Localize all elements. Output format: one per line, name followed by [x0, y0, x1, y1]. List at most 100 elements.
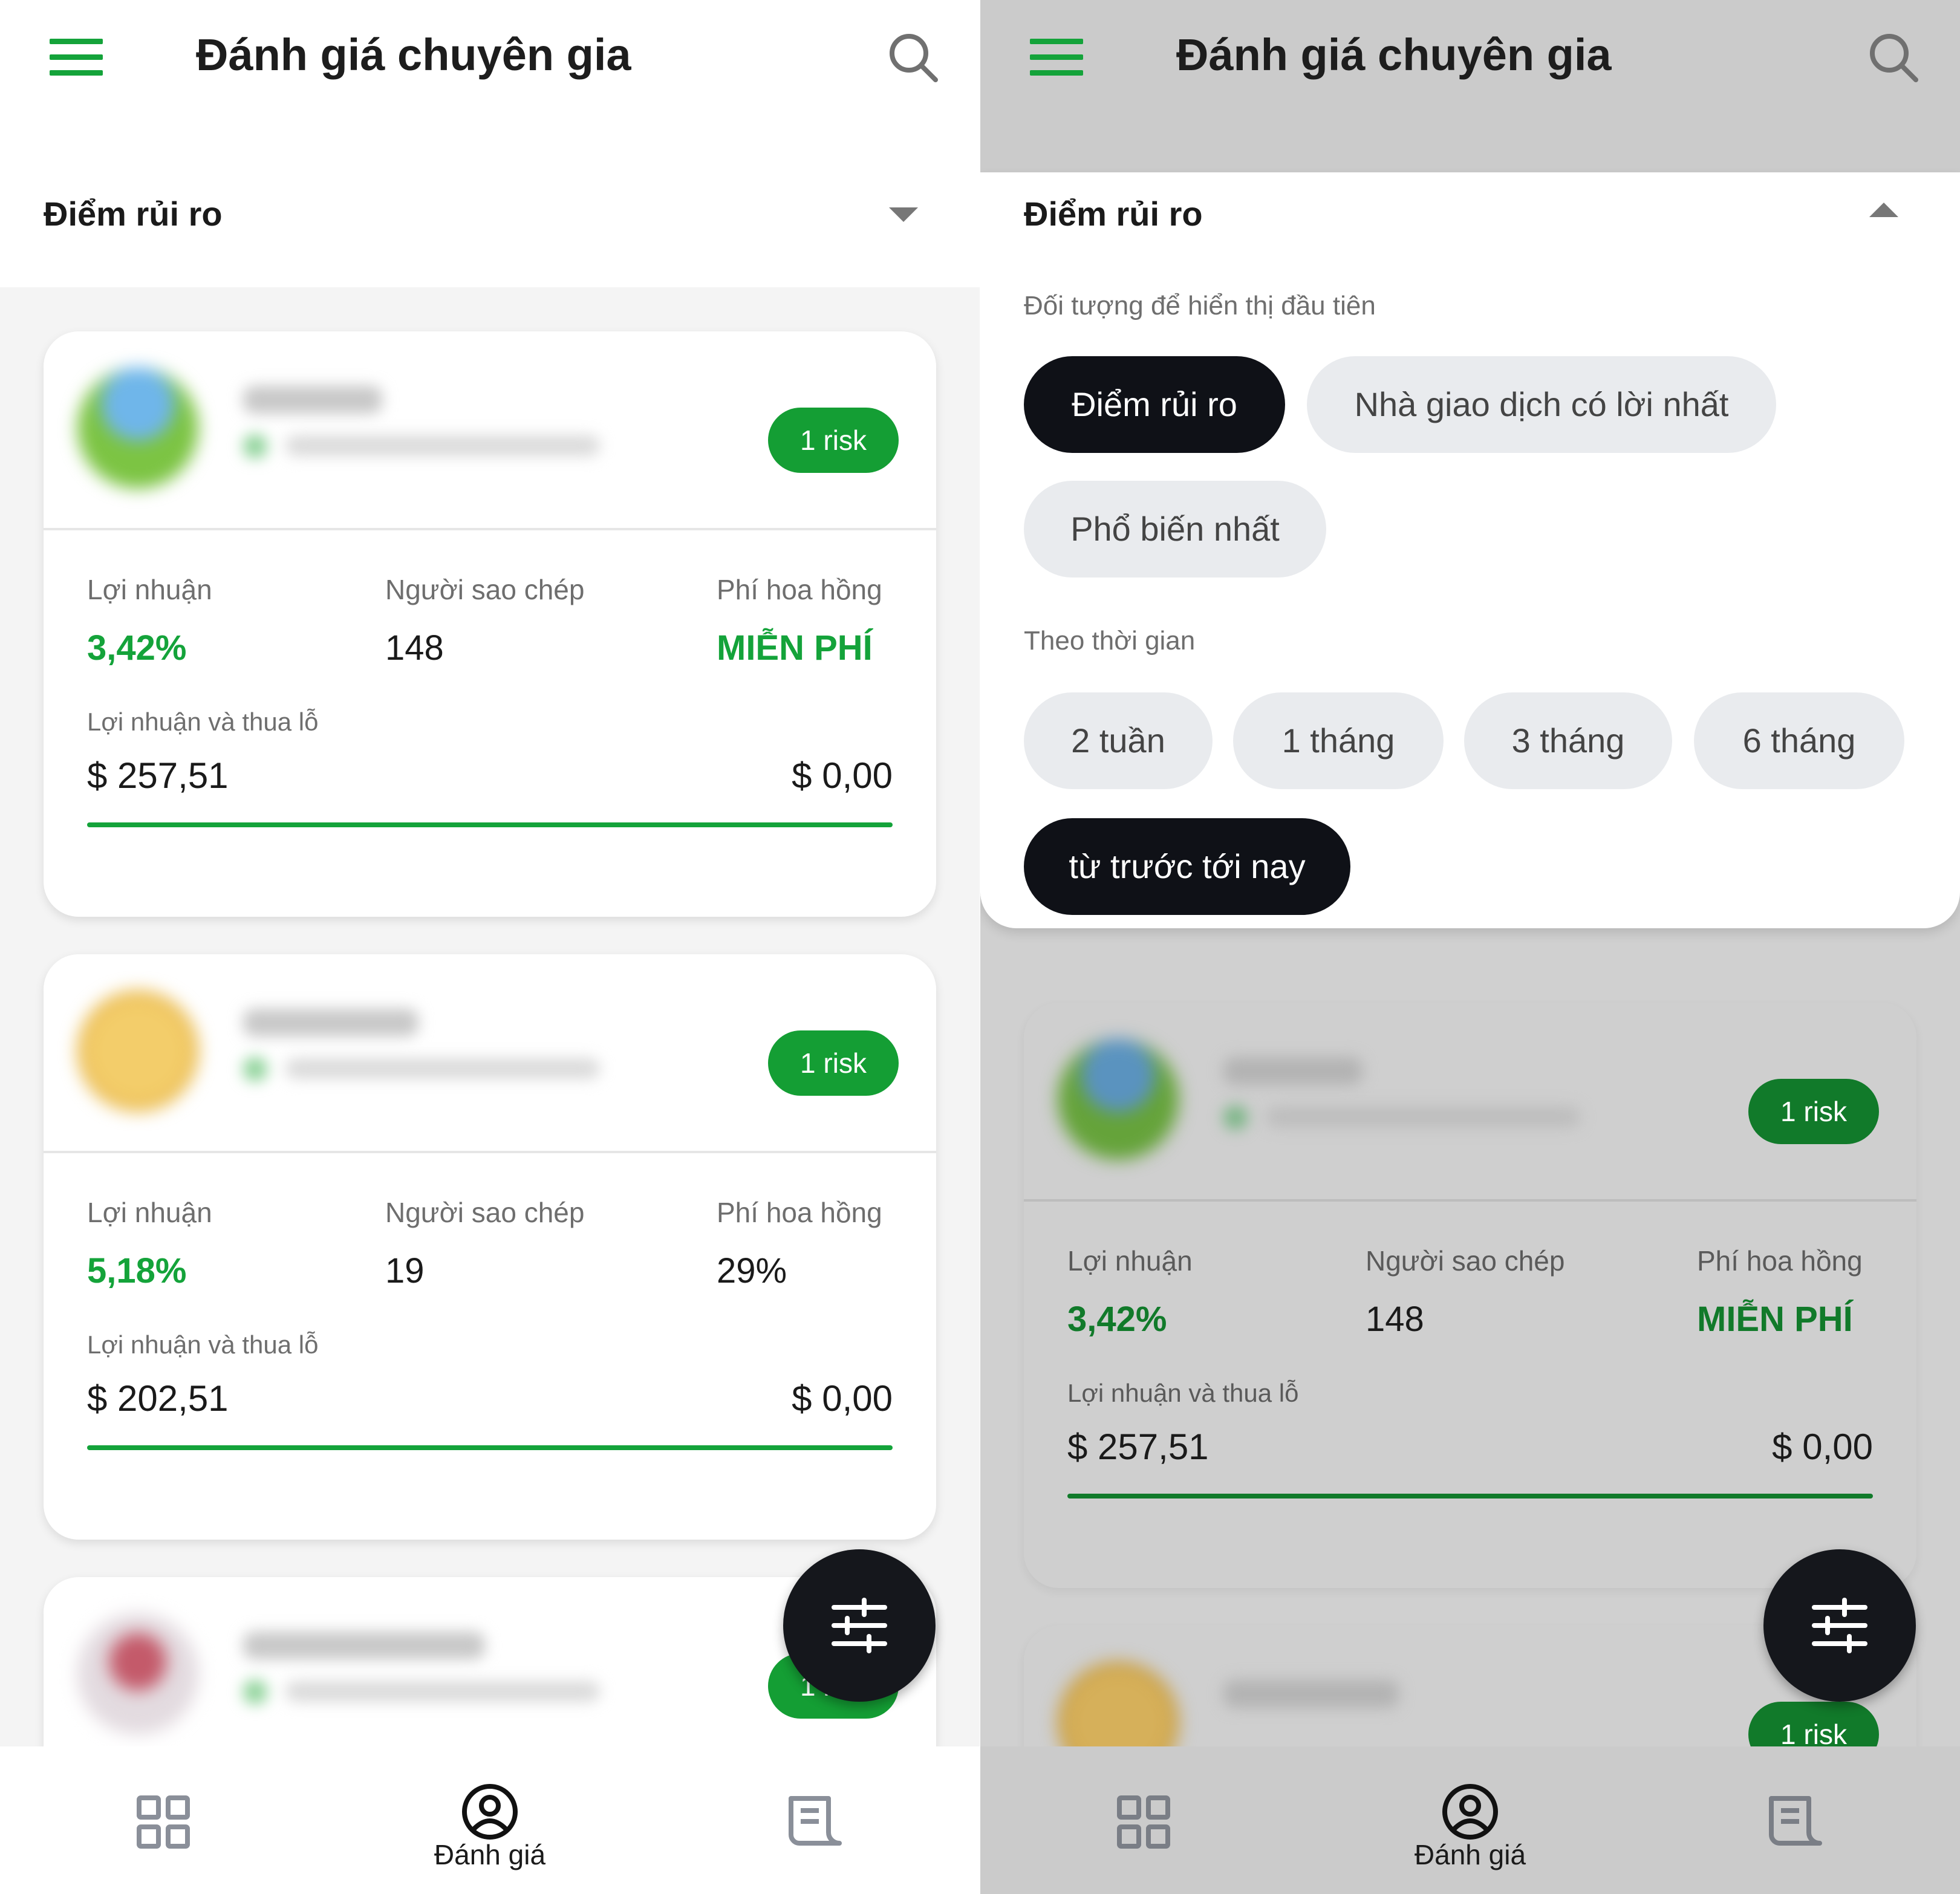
- pnl-progress-bar: [87, 1445, 893, 1450]
- pnl-progress-bar: [1067, 1494, 1873, 1499]
- document-icon: [1769, 1796, 1822, 1846]
- search-icon[interactable]: [1866, 30, 1921, 85]
- commission-value: 29%: [717, 1251, 787, 1290]
- grid-icon: [1117, 1795, 1170, 1849]
- blurred-name: [243, 1009, 418, 1036]
- commission-label: Phí hoa hồng: [1697, 1245, 1863, 1277]
- grid-icon: [137, 1795, 190, 1849]
- chip-sort-risk[interactable]: Điểm rủi ro: [1024, 356, 1285, 453]
- blurred-flag: [1223, 1105, 1248, 1130]
- sort-section-label: Đối tượng để hiển thị đầu tiên: [1024, 291, 1376, 321]
- chevron-up-icon[interactable]: [1869, 203, 1898, 217]
- blurred-subtitle: [285, 435, 600, 456]
- expert-card[interactable]: 1 risk Lợi nhuận 5,18% Người sao chép 19…: [44, 954, 936, 1540]
- blurred-name: [243, 386, 382, 414]
- nav-ratings-label: Đánh giá: [1414, 1839, 1526, 1870]
- commission-value: MIỄN PHÍ: [1697, 1300, 1853, 1339]
- screen-filter-expanded: Đánh giá chuyên gia 1 risk Lợi nhuận 3,4…: [980, 0, 1960, 1894]
- chip-sort-profitable[interactable]: Nhà giao dịch có lời nhất: [1307, 356, 1776, 453]
- card-header: 1 risk: [1024, 1003, 1916, 1202]
- nav-ratings[interactable]: Đánh giá: [1379, 1746, 1561, 1894]
- nav-dashboard[interactable]: [1065, 1746, 1222, 1894]
- bottom-navigation: Đánh giá: [980, 1746, 1960, 1894]
- filter-fab-button[interactable]: [1763, 1549, 1916, 1702]
- user-circle-icon: [462, 1784, 518, 1840]
- nav-dashboard[interactable]: [85, 1746, 242, 1894]
- copiers-label: Người sao chép: [385, 574, 585, 605]
- card-header: 1 risk: [44, 954, 936, 1153]
- pnl-right-value: $ 0,00: [792, 755, 893, 796]
- risk-sort-dropdown[interactable]: Điểm rủi ro: [0, 172, 980, 287]
- commission-label: Phí hoa hồng: [717, 574, 882, 605]
- user-circle-icon: [1442, 1784, 1498, 1840]
- blurred-name: [1223, 1057, 1363, 1085]
- filter-fab-button[interactable]: [783, 1549, 936, 1702]
- risk-badge[interactable]: 1 risk: [768, 408, 899, 473]
- avatar: [77, 368, 198, 489]
- card-header: 1 risk: [44, 331, 936, 530]
- filter-sheet: Điểm rủi ro Đối tượng để hiển thị đầu ti…: [980, 172, 1960, 928]
- pnl-left-value: $ 257,51: [87, 755, 229, 796]
- copiers-label: Người sao chép: [1366, 1245, 1565, 1277]
- document-icon: [789, 1796, 842, 1846]
- blurred-flag: [243, 434, 267, 458]
- blurred-subtitle: [285, 1681, 600, 1702]
- blurred-subtitle: [1266, 1107, 1580, 1127]
- dropdown-label[interactable]: Điểm rủi ro: [1024, 194, 1203, 233]
- bottom-navigation: Đánh giá: [0, 1746, 980, 1894]
- dropdown-label: Điểm rủi ro: [44, 195, 223, 233]
- pnl-right-value: $ 0,00: [792, 1378, 893, 1419]
- profit-value: 3,42%: [87, 628, 187, 668]
- blurred-flag: [243, 1680, 267, 1704]
- hamburger-icon[interactable]: [50, 39, 103, 76]
- nav-documents[interactable]: [1718, 1746, 1875, 1894]
- expert-card[interactable]: 1 risk Lợi nhuận 3,42% Người sao chép 14…: [44, 331, 936, 917]
- page-title: Đánh giá chuyên gia: [196, 30, 631, 80]
- chip-time-6m[interactable]: 6 tháng: [1694, 692, 1904, 789]
- chip-time-3m[interactable]: 3 tháng: [1464, 692, 1672, 789]
- search-icon[interactable]: [886, 30, 940, 85]
- nav-documents[interactable]: [738, 1746, 895, 1894]
- sliders-icon: [1812, 1598, 1867, 1653]
- avatar: [1058, 1039, 1179, 1160]
- blurred-subtitle: [285, 1058, 600, 1079]
- copiers-value: 19: [385, 1251, 425, 1290]
- blurred-flag: [243, 1057, 267, 1081]
- profit-label: Lợi nhuận: [87, 574, 212, 605]
- nav-ratings[interactable]: Đánh giá: [399, 1746, 581, 1894]
- commission-label: Phí hoa hồng: [717, 1197, 882, 1228]
- risk-badge[interactable]: 1 risk: [768, 1030, 899, 1096]
- pnl-label: Lợi nhuận và thua lỗ: [1067, 1379, 1299, 1407]
- chip-sort-popular[interactable]: Phổ biến nhất: [1024, 481, 1326, 578]
- profit-value: 3,42%: [1067, 1300, 1167, 1339]
- chip-time-all[interactable]: từ trước tới nay: [1024, 818, 1350, 915]
- avatar: [77, 991, 198, 1111]
- risk-badge[interactable]: 1 risk: [1748, 1079, 1879, 1144]
- pnl-label: Lợi nhuận và thua lỗ: [87, 1330, 319, 1359]
- page-title: Đánh giá chuyên gia: [1176, 30, 1612, 80]
- chevron-down-icon: [889, 207, 918, 222]
- time-section-label: Theo thời gian: [1024, 626, 1196, 656]
- hamburger-icon[interactable]: [1030, 39, 1083, 76]
- pnl-left-value: $ 257,51: [1067, 1427, 1209, 1467]
- copiers-value: 148: [1366, 1300, 1424, 1339]
- profit-value: 5,18%: [87, 1251, 187, 1290]
- screen-collapsed: Đánh giá chuyên gia Điểm rủi ro 1 risk L…: [0, 0, 980, 1894]
- copiers-label: Người sao chép: [385, 1197, 585, 1228]
- copiers-value: 148: [385, 628, 444, 668]
- blurred-name: [243, 1632, 485, 1659]
- profit-label: Lợi nhuận: [87, 1197, 212, 1228]
- avatar: [77, 1613, 198, 1734]
- pnl-label: Lợi nhuận và thua lỗ: [87, 708, 319, 736]
- nav-ratings-label: Đánh giá: [434, 1839, 546, 1870]
- pnl-left-value: $ 202,51: [87, 1378, 229, 1419]
- app-header: Đánh giá chuyên gia: [980, 0, 1960, 172]
- commission-value: MIỄN PHÍ: [717, 628, 873, 668]
- chip-time-1m[interactable]: 1 tháng: [1233, 692, 1444, 789]
- chip-time-2w[interactable]: 2 tuần: [1024, 692, 1213, 789]
- app-header: Đánh giá chuyên gia: [0, 0, 980, 172]
- blurred-name: [1223, 1680, 1399, 1708]
- profit-label: Lợi nhuận: [1067, 1245, 1193, 1277]
- sliders-icon: [832, 1598, 887, 1653]
- expert-card[interactable]: 1 risk Lợi nhuận 3,42% Người sao chép 14…: [1024, 1003, 1916, 1588]
